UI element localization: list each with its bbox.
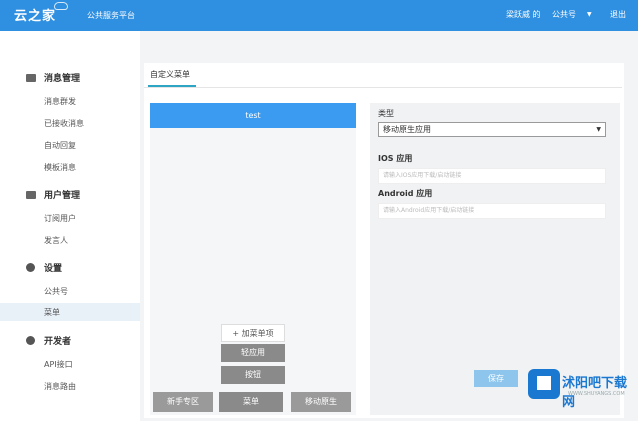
cube-icon [537, 376, 551, 390]
sidebar-section-user[interactable]: 用户管理 [44, 188, 80, 201]
ios-url-input[interactable]: 请输入IOS应用下载/启动链接 [378, 168, 606, 184]
type-label: 类型 [378, 109, 394, 118]
tab-divider [144, 87, 622, 88]
add-menu-item-label: 加菜单项 [241, 329, 274, 338]
sidebar-item-api[interactable]: API接口 [44, 359, 73, 370]
add-menu-item-button[interactable]: + 加菜单项 [221, 324, 285, 342]
app-logo[interactable]: 云之家 [14, 5, 56, 24]
cloud-icon [54, 2, 68, 10]
sidebar-item-public-account[interactable]: 公共号 [44, 286, 68, 297]
submenu-item-button[interactable]: 按钮 [221, 366, 285, 384]
user-suffix: 的 [532, 10, 541, 19]
type-select[interactable]: 移动原生应用 ▼ [378, 122, 606, 137]
user-icon [26, 191, 36, 199]
sidebar-item-template[interactable]: 模板消息 [44, 162, 76, 173]
sidebar-section-settings[interactable]: 设置 [44, 261, 62, 274]
sidebar-item-broadcast[interactable]: 消息群发 [44, 96, 76, 107]
gear-icon [26, 263, 35, 272]
android-label: Android 应用 [378, 189, 433, 198]
sidebar-item-speakers[interactable]: 发言人 [44, 235, 68, 246]
plus-icon: + [232, 329, 242, 338]
android-url-input[interactable]: 请输入Android应用下载/启动链接 [378, 203, 606, 219]
save-button[interactable]: 保存 [474, 370, 518, 387]
sidebar-section-developer[interactable]: 开发者 [44, 334, 71, 347]
type-select-value: 移动原生应用 [383, 125, 431, 134]
user-name: 梁跃威 的 [506, 9, 541, 20]
ios-label: IOS 应用 [378, 154, 413, 163]
sidebar-active-highlight [0, 303, 140, 321]
developer-icon [26, 336, 35, 345]
sidebar-section-message[interactable]: 消息管理 [44, 71, 80, 84]
submenu-item-light-app[interactable]: 轻应用 [221, 344, 285, 362]
account-switcher[interactable]: 公共号 [552, 9, 576, 20]
chevron-down-icon[interactable]: ▼ [587, 11, 592, 18]
platform-title: 公共服务平台 [87, 11, 135, 20]
menu-editor [370, 103, 620, 415]
user-name-text: 梁跃威 [506, 10, 530, 19]
sidebar-item-routing[interactable]: 消息路由 [44, 381, 76, 392]
bottom-menu-menu[interactable]: 菜单 [219, 392, 283, 412]
watermark-url: WWW.SHUYANGS.COM [568, 391, 625, 397]
top-bar: 云之家 公共服务平台 梁跃威 的 公共号 ▼ 退出 [0, 0, 638, 31]
preview-menu-item-test[interactable]: test [150, 103, 356, 128]
chevron-down-icon: ▼ [596, 126, 601, 133]
message-icon [26, 74, 36, 82]
logout-link[interactable]: 退出 [610, 9, 626, 20]
sidebar-item-subscribers[interactable]: 订阅用户 [44, 213, 76, 224]
sidebar-item-auto-reply[interactable]: 自动回复 [44, 140, 76, 151]
bottom-menu-native[interactable]: 移动原生 [291, 392, 351, 412]
bottom-menu-newbie[interactable]: 新手专区 [153, 392, 213, 412]
sidebar-item-menu[interactable]: 菜单 [44, 307, 60, 318]
tab-custom-menu[interactable]: 自定义菜单 [150, 69, 190, 80]
sidebar-item-received[interactable]: 已接收消息 [44, 118, 84, 129]
